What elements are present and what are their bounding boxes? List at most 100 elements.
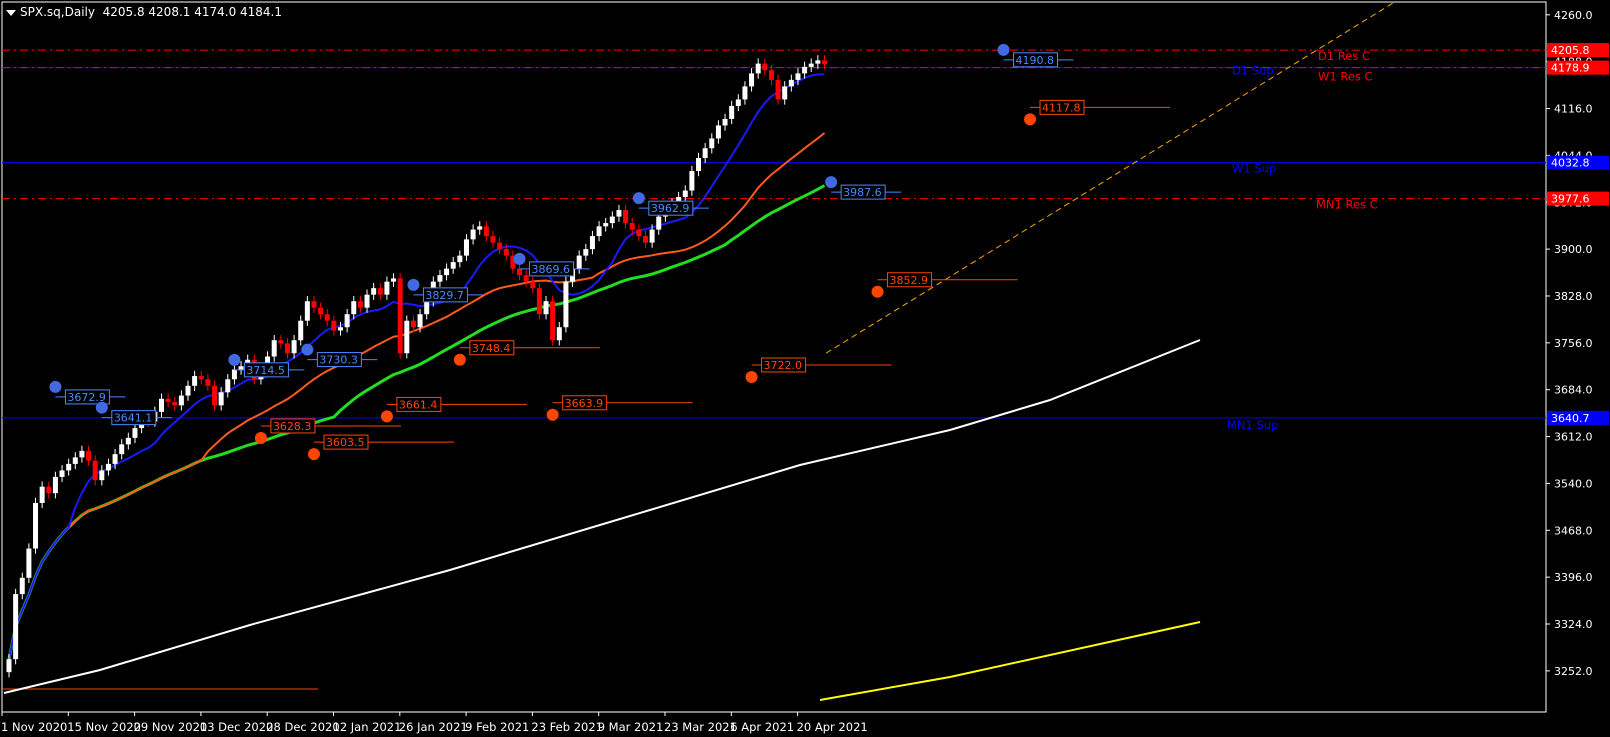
- candle-body: [689, 171, 695, 191]
- candle-body: [682, 190, 688, 198]
- candle-body: [802, 66, 808, 74]
- swing-low-label: 3663.9: [565, 397, 604, 410]
- candle-body: [497, 242, 503, 250]
- candle-body: [490, 236, 496, 243]
- date-tick-label: 9 Mar 2021: [598, 720, 664, 734]
- candle-body: [99, 470, 105, 481]
- candle-body: [371, 288, 377, 295]
- candle-body: [715, 125, 721, 139]
- candle-body: [271, 340, 277, 357]
- candle-body: [556, 327, 562, 341]
- candle-body: [470, 229, 476, 240]
- candle-body: [66, 463, 72, 471]
- candle-body: [788, 79, 794, 87]
- date-tick-label: 9 Feb 2021: [465, 720, 529, 734]
- candle-body: [158, 398, 164, 412]
- swing-low-label: 4117.8: [1042, 101, 1081, 114]
- candle-body: [205, 379, 211, 386]
- candle-body: [391, 278, 397, 282]
- candle-body: [815, 60, 821, 64]
- candle-body: [318, 307, 324, 315]
- candle-body: [284, 343, 290, 354]
- ma-long-line: [3, 339, 1201, 694]
- swing-low-label: 3603.5: [326, 436, 365, 449]
- swing-low-dot: [546, 408, 559, 421]
- candle-body: [503, 249, 509, 256]
- ma-mid-line: [8, 132, 826, 660]
- candle-body: [762, 63, 768, 71]
- swing-high-dot: [407, 278, 420, 291]
- swing-low-dot: [380, 410, 393, 423]
- candle-body: [291, 340, 297, 354]
- candle-body: [808, 63, 814, 67]
- candle-body: [19, 577, 25, 595]
- candle-body: [722, 118, 728, 126]
- candle-body: [563, 281, 569, 328]
- price-tick-label: 4116.0: [1554, 103, 1593, 116]
- candle-body: [702, 148, 708, 158]
- candle-body: [782, 86, 788, 100]
- candle-body: [384, 281, 390, 295]
- candle-body: [344, 314, 350, 328]
- price-tick-label: 3612.0: [1554, 431, 1593, 444]
- swing-high-dot: [632, 192, 645, 205]
- level-name-label: D1 Sup: [1232, 64, 1274, 78]
- ma-longest-line: [819, 621, 1201, 701]
- candle-body: [735, 99, 741, 106]
- candle-body: [775, 79, 781, 100]
- candle-body: [192, 376, 198, 386]
- date-tick-label: 23 Feb 2021: [531, 720, 603, 734]
- swing-high-dot: [228, 353, 241, 366]
- candle-body: [729, 105, 735, 119]
- candle-body: [603, 223, 609, 227]
- candle-body: [238, 366, 244, 370]
- candle-body: [225, 379, 231, 393]
- candle-body: [437, 275, 443, 282]
- swing-low-dot: [871, 285, 884, 298]
- candle-body: [410, 320, 416, 328]
- date-tick-label: 15 Nov 2020: [67, 720, 141, 734]
- candle-body: [351, 301, 357, 315]
- level-price-label: 4178.9: [1551, 62, 1590, 75]
- level-name-label: MN1 Sup: [1227, 418, 1278, 432]
- candle-body: [178, 395, 184, 406]
- candle-body: [742, 86, 748, 100]
- candle-body: [477, 226, 483, 230]
- swing-low-dot: [254, 431, 267, 444]
- candle-body: [304, 301, 310, 321]
- swing-high-dot: [825, 176, 838, 189]
- candle-body: [278, 340, 284, 344]
- candle-body: [550, 301, 556, 341]
- candle-body: [212, 385, 218, 406]
- price-tick-label: 3468.0: [1554, 524, 1593, 537]
- candle-body: [629, 223, 635, 230]
- candle-body: [132, 428, 138, 438]
- candle-body: [377, 288, 383, 295]
- swing-high-label: 3869.6: [532, 263, 571, 276]
- candle-body: [397, 278, 403, 354]
- level-price-label: 4205.8: [1551, 44, 1590, 57]
- swing-low-dot: [745, 370, 758, 383]
- candle-body: [463, 239, 469, 256]
- price-chart[interactable]: 4260.04188.04116.04044.03972.03900.03828…: [0, 0, 1610, 737]
- candle-body: [530, 281, 536, 289]
- candle-body: [311, 301, 317, 308]
- date-tick-label: 20 Apr 2021: [797, 720, 868, 734]
- candle-body: [59, 470, 65, 477]
- date-tick-label: 12 Jan 2021: [333, 720, 402, 734]
- price-tick-label: 3684.0: [1554, 384, 1593, 397]
- swing-high-label: 3962.9: [651, 202, 690, 215]
- swing-high-label: 3641.1: [114, 412, 153, 425]
- candle-body: [26, 548, 32, 578]
- swing-high-dot: [95, 401, 108, 414]
- candle-body: [696, 157, 702, 172]
- candle-body: [298, 320, 304, 341]
- candle-body: [583, 249, 589, 256]
- candle-body: [324, 314, 330, 321]
- candle-body: [616, 210, 622, 217]
- candle-body: [198, 376, 204, 380]
- date-tick-label: 13 Dec 2020: [200, 720, 273, 734]
- candle-body: [623, 210, 629, 224]
- price-tick-label: 3900.0: [1554, 243, 1593, 256]
- candle-body: [331, 320, 337, 331]
